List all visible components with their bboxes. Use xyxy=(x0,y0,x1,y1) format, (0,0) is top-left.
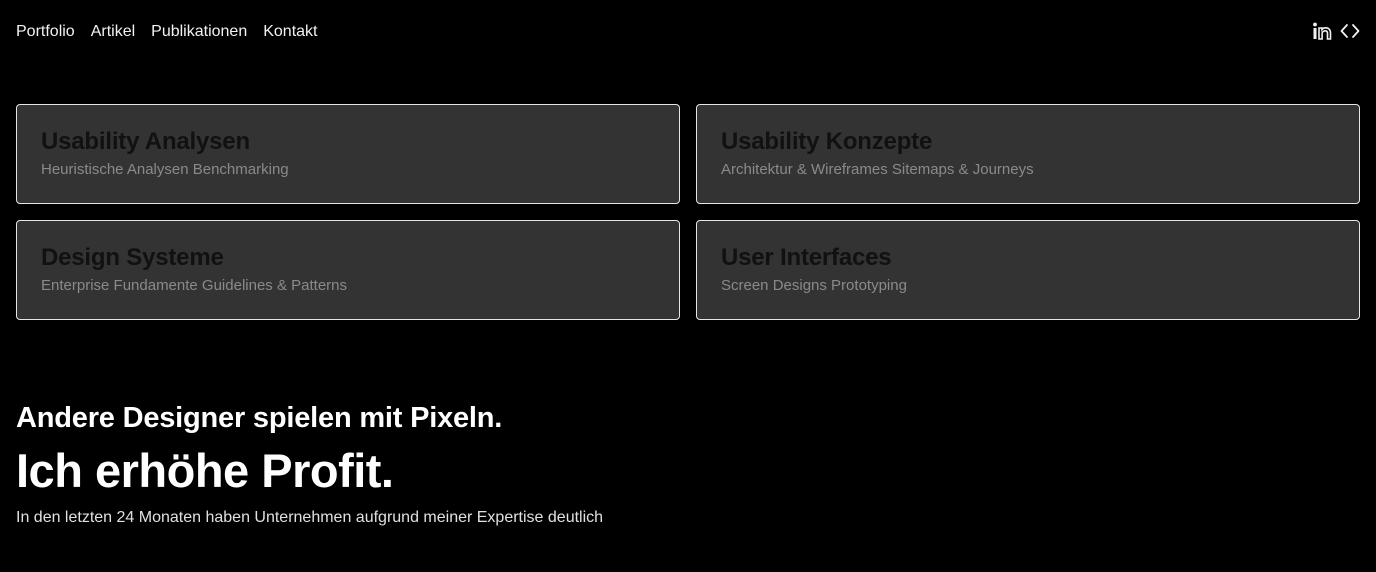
card-title: User Interfaces xyxy=(721,244,892,271)
hero-section: Andere Designer spielen mit Pixeln. Ich … xyxy=(16,400,1016,544)
service-card-design-systeme[interactable]: Design Systeme Enterprise Fundamente Gui… xyxy=(16,220,680,320)
top-navigation-bar: Portfolio Artikel Publikationen Kontakt xyxy=(0,0,1376,64)
nav-link-artikel[interactable]: Artikel xyxy=(91,22,135,42)
service-cards: Usability Analysen Heuristische Analysen… xyxy=(16,104,1360,320)
hero-heading: Ich erhöhe Profit. xyxy=(16,444,394,497)
social-links xyxy=(1312,21,1360,41)
card-subtitle: Enterprise Fundamente Guidelines & Patte… xyxy=(41,277,347,294)
card-title: Usability Konzepte xyxy=(721,128,933,155)
card-subtitle: Screen Designs Prototyping xyxy=(721,277,907,294)
nav-link-publikationen[interactable]: Publikationen xyxy=(151,22,247,42)
card-subtitle: Heuristische Analysen Benchmarking xyxy=(41,161,289,178)
linkedin-icon[interactable] xyxy=(1312,21,1332,41)
code-icon[interactable] xyxy=(1340,21,1360,41)
service-card-usability-analysen[interactable]: Usability Analysen Heuristische Analysen… xyxy=(16,104,680,204)
hero-subheading: Andere Designer spielen mit Pixeln. xyxy=(16,402,503,434)
card-subtitle: Architektur & Wireframes Sitemaps & Jour… xyxy=(721,161,1034,178)
nav-link-portfolio[interactable]: Portfolio xyxy=(16,22,75,42)
card-title: Design Systeme xyxy=(41,244,224,271)
nav-link-kontakt[interactable]: Kontakt xyxy=(263,22,317,42)
card-title: Usability Analysen xyxy=(41,128,250,155)
service-card-usability-konzepte[interactable]: Usability Konzepte Architektur & Wirefra… xyxy=(696,104,1360,204)
hero-text: In den letzten 24 Monaten haben Unterneh… xyxy=(16,509,604,526)
service-card-user-interfaces[interactable]: User Interfaces Screen Designs Prototypi… xyxy=(696,220,1360,320)
main-nav: Portfolio Artikel Publikationen Kontakt xyxy=(16,22,318,42)
